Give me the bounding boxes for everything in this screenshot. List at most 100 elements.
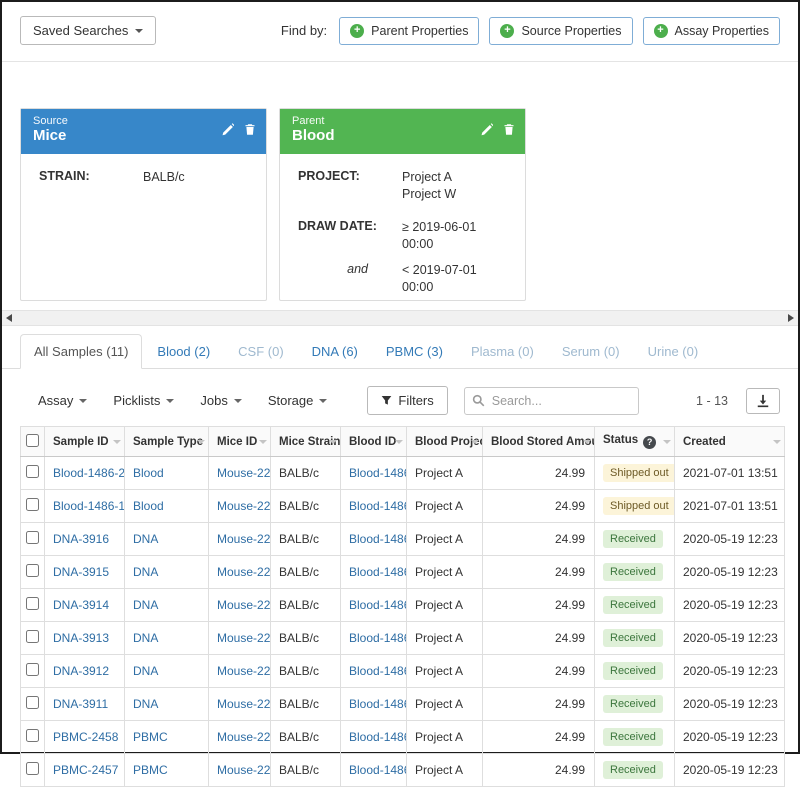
- sample-id-link[interactable]: Blood-1486-2: [53, 466, 124, 480]
- edit-pencil-icon[interactable]: [221, 123, 234, 136]
- sample-id-link[interactable]: DNA-3915: [53, 565, 109, 579]
- tab-plasma[interactable]: Plasma (0): [458, 335, 547, 368]
- column-menu-icon[interactable]: [395, 439, 403, 444]
- sample-id-link[interactable]: PBMC-2458: [53, 730, 118, 744]
- column-menu-icon[interactable]: [259, 439, 267, 444]
- sample-type-link[interactable]: Blood: [133, 466, 164, 480]
- row-checkbox[interactable]: [26, 729, 39, 742]
- blood-id-link[interactable]: Blood-1486: [349, 664, 406, 678]
- column-header-blood-project[interactable]: Blood Project: [406, 426, 483, 457]
- column-header-sample-id[interactable]: Sample ID: [44, 426, 125, 457]
- mice-id-link[interactable]: Mouse-22: [217, 631, 270, 645]
- column-menu-icon[interactable]: [197, 439, 205, 444]
- blood-id-link[interactable]: Blood-1486: [349, 499, 406, 513]
- sample-id-link[interactable]: PBMC-2457: [53, 763, 118, 777]
- column-menu-icon[interactable]: [773, 439, 781, 444]
- column-header-blood-stored-amount[interactable]: Blood Stored Amount: [482, 426, 595, 457]
- mice-strain-cell: BALB/c: [270, 720, 341, 754]
- column-menu-icon[interactable]: [471, 439, 479, 444]
- column-menu-icon[interactable]: [113, 439, 121, 444]
- scroll-left-icon[interactable]: [6, 314, 12, 322]
- source-properties-button[interactable]: + Source Properties: [489, 16, 633, 45]
- blood-id-link[interactable]: Blood-1486: [349, 532, 406, 546]
- tab-dna[interactable]: DNA (6): [299, 335, 371, 368]
- sample-type-link[interactable]: DNA: [133, 631, 158, 645]
- column-header-blood-id[interactable]: Blood ID: [340, 426, 407, 457]
- tab-csf[interactable]: CSF (0): [225, 335, 297, 368]
- mice-id-link[interactable]: Mouse-22: [217, 565, 270, 579]
- sample-type-link[interactable]: DNA: [133, 664, 158, 678]
- blood-id-link[interactable]: Blood-1486: [349, 466, 406, 480]
- sample-id-link[interactable]: DNA-3911: [53, 697, 108, 711]
- sample-type-link[interactable]: PBMC: [133, 763, 168, 777]
- blood-id-link[interactable]: Blood-1486: [349, 565, 406, 579]
- status-help-icon[interactable]: ?: [643, 436, 657, 449]
- row-checkbox-cell: [20, 489, 45, 523]
- delete-trash-icon[interactable]: [503, 123, 515, 136]
- sample-id-link[interactable]: DNA-3912: [53, 664, 109, 678]
- sample-type-link[interactable]: DNA: [133, 697, 158, 711]
- row-checkbox[interactable]: [26, 597, 39, 610]
- storage-menu-button[interactable]: Storage: [268, 393, 328, 408]
- mice-id-link[interactable]: Mouse-22: [217, 532, 270, 546]
- edit-pencil-icon[interactable]: [480, 123, 493, 136]
- assay-properties-button[interactable]: + Assay Properties: [642, 16, 780, 45]
- mice-id-link[interactable]: Mouse-22: [217, 598, 270, 612]
- sample-id-link[interactable]: DNA-3913: [53, 631, 109, 645]
- blood-id-link[interactable]: Blood-1486: [349, 631, 406, 645]
- tab-all-samples[interactable]: All Samples (11): [20, 334, 143, 369]
- tab-pbmc[interactable]: PBMC (3): [373, 335, 456, 368]
- blood-id-link[interactable]: Blood-1486: [349, 598, 406, 612]
- sample-type-cell: PBMC: [124, 753, 209, 787]
- tab-serum[interactable]: Serum (0): [549, 335, 633, 368]
- parent-properties-button[interactable]: + Parent Properties: [339, 16, 480, 45]
- column-header-status[interactable]: Status?: [594, 426, 675, 457]
- mice-id-link[interactable]: Mouse-22: [217, 499, 270, 513]
- mice-id-link[interactable]: Mouse-22: [217, 664, 270, 678]
- row-checkbox[interactable]: [26, 564, 39, 577]
- mice-id-link[interactable]: Mouse-22: [217, 466, 270, 480]
- sample-type-link[interactable]: DNA: [133, 532, 158, 546]
- blood-id-link[interactable]: Blood-1486: [349, 763, 406, 777]
- delete-trash-icon[interactable]: [244, 123, 256, 136]
- row-checkbox[interactable]: [26, 663, 39, 676]
- assay-menu-button[interactable]: Assay: [38, 393, 88, 408]
- mice-id-link[interactable]: Mouse-22: [217, 763, 270, 777]
- scroll-right-icon[interactable]: [788, 314, 794, 322]
- jobs-menu-button[interactable]: Jobs: [200, 393, 242, 408]
- sample-id-link[interactable]: Blood-1486-1: [53, 499, 124, 513]
- saved-searches-button[interactable]: Saved Searches: [20, 16, 157, 45]
- blood-id-link[interactable]: Blood-1486: [349, 730, 406, 744]
- row-checkbox[interactable]: [26, 465, 39, 478]
- sample-id-link[interactable]: DNA-3914: [53, 598, 109, 612]
- blood-id-link[interactable]: Blood-1486: [349, 697, 406, 711]
- row-checkbox[interactable]: [26, 531, 39, 544]
- row-checkbox[interactable]: [26, 630, 39, 643]
- mice-id-link[interactable]: Mouse-22: [217, 697, 270, 711]
- row-checkbox[interactable]: [26, 498, 39, 511]
- tab-urine[interactable]: Urine (0): [635, 335, 712, 368]
- column-header-mice-id[interactable]: Mice ID: [208, 426, 271, 457]
- created-cell: 2020-05-19 12:23: [674, 555, 785, 589]
- select-all-checkbox[interactable]: [26, 433, 39, 447]
- tab-blood[interactable]: Blood (2): [144, 335, 223, 368]
- row-checkbox[interactable]: [26, 696, 39, 709]
- sample-type-link[interactable]: DNA: [133, 598, 158, 612]
- row-checkbox[interactable]: [26, 762, 39, 775]
- sample-type-link[interactable]: Blood: [133, 499, 164, 513]
- sample-type-link[interactable]: DNA: [133, 565, 158, 579]
- column-menu-icon[interactable]: [663, 439, 671, 444]
- picklists-menu-button[interactable]: Picklists: [113, 393, 175, 408]
- column-header-mice-strain[interactable]: Mice Strain: [270, 426, 341, 457]
- column-menu-icon[interactable]: [329, 439, 337, 444]
- sample-id-link[interactable]: DNA-3916: [53, 532, 109, 546]
- column-header-sample-type[interactable]: Sample Type: [124, 426, 209, 457]
- mice-id-link[interactable]: Mouse-22: [217, 730, 270, 744]
- column-header-created[interactable]: Created: [674, 426, 785, 457]
- filters-button[interactable]: Filters: [367, 386, 448, 415]
- column-menu-icon[interactable]: [583, 439, 591, 444]
- horizontal-scrollbar[interactable]: [2, 310, 798, 326]
- search-input[interactable]: [463, 386, 639, 415]
- sample-type-link[interactable]: PBMC: [133, 730, 168, 744]
- export-download-button[interactable]: [746, 387, 780, 414]
